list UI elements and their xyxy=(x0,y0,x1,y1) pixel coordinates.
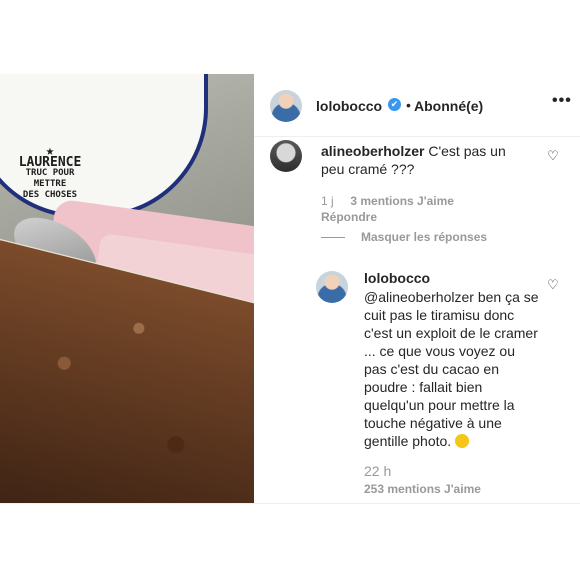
reply-avatar[interactable] xyxy=(316,271,348,303)
photo-bowl-text: ★ LAURENCE TRUC POUR METTRE DES CHOSES xyxy=(0,144,100,201)
comments-panel: lolobocco ✔ • Abonné(e) ••• alineoberhol… xyxy=(254,74,580,503)
comment-time[interactable]: 1 j xyxy=(321,194,334,208)
replies-divider xyxy=(321,237,345,238)
post-photo[interactable]: ★ LAURENCE TRUC POUR METTRE DES CHOSES xyxy=(0,74,254,503)
comment-username[interactable]: alineoberholzer xyxy=(321,143,424,159)
bowl-text-line: METTRE xyxy=(33,179,67,189)
more-options-icon[interactable]: ••• xyxy=(552,92,572,110)
reply-text: @alineoberholzer ben ça se cuit pas le t… xyxy=(364,289,539,449)
avatar[interactable] xyxy=(270,90,302,122)
reply-likes[interactable]: 253 mentions J'aime xyxy=(364,482,481,496)
comment-avatar[interactable] xyxy=(270,140,302,172)
bowl-text-line: TRUC POUR xyxy=(25,168,75,178)
header-username[interactable]: lolobocco xyxy=(316,98,382,114)
reply-button[interactable]: Répondre xyxy=(321,210,377,224)
header-separator: • xyxy=(406,97,411,113)
bowl-text-line: LAURENCE xyxy=(18,155,82,170)
verified-badge-icon: ✔ xyxy=(388,98,401,111)
instagram-post: ★ LAURENCE TRUC POUR METTRE DES CHOSES l… xyxy=(0,74,580,504)
clapping-hands-emoji-icon xyxy=(455,434,470,448)
post-header: lolobocco ✔ • Abonné(e) ••• xyxy=(254,74,580,137)
comment-meta: 1 j 3 mentions J'aime xyxy=(321,194,454,208)
reply-time[interactable]: 22 h xyxy=(364,463,391,479)
comment-likes[interactable]: 3 mentions J'aime xyxy=(350,194,454,208)
like-heart-icon[interactable]: ♡ xyxy=(547,278,559,291)
reply-text-block: @alineoberholzer ben ça se cuit pas le t… xyxy=(364,288,539,450)
like-heart-icon[interactable]: ♡ xyxy=(547,149,559,162)
bowl-text-line: DES CHOSES xyxy=(22,190,78,200)
follow-button[interactable]: Abonné(e) xyxy=(414,98,483,114)
reply-username[interactable]: lolobocco xyxy=(364,270,430,286)
comment: alineoberholzer C'est pas un peu cramé ?… xyxy=(321,142,531,178)
hide-replies-button[interactable]: Masquer les réponses xyxy=(361,230,487,244)
